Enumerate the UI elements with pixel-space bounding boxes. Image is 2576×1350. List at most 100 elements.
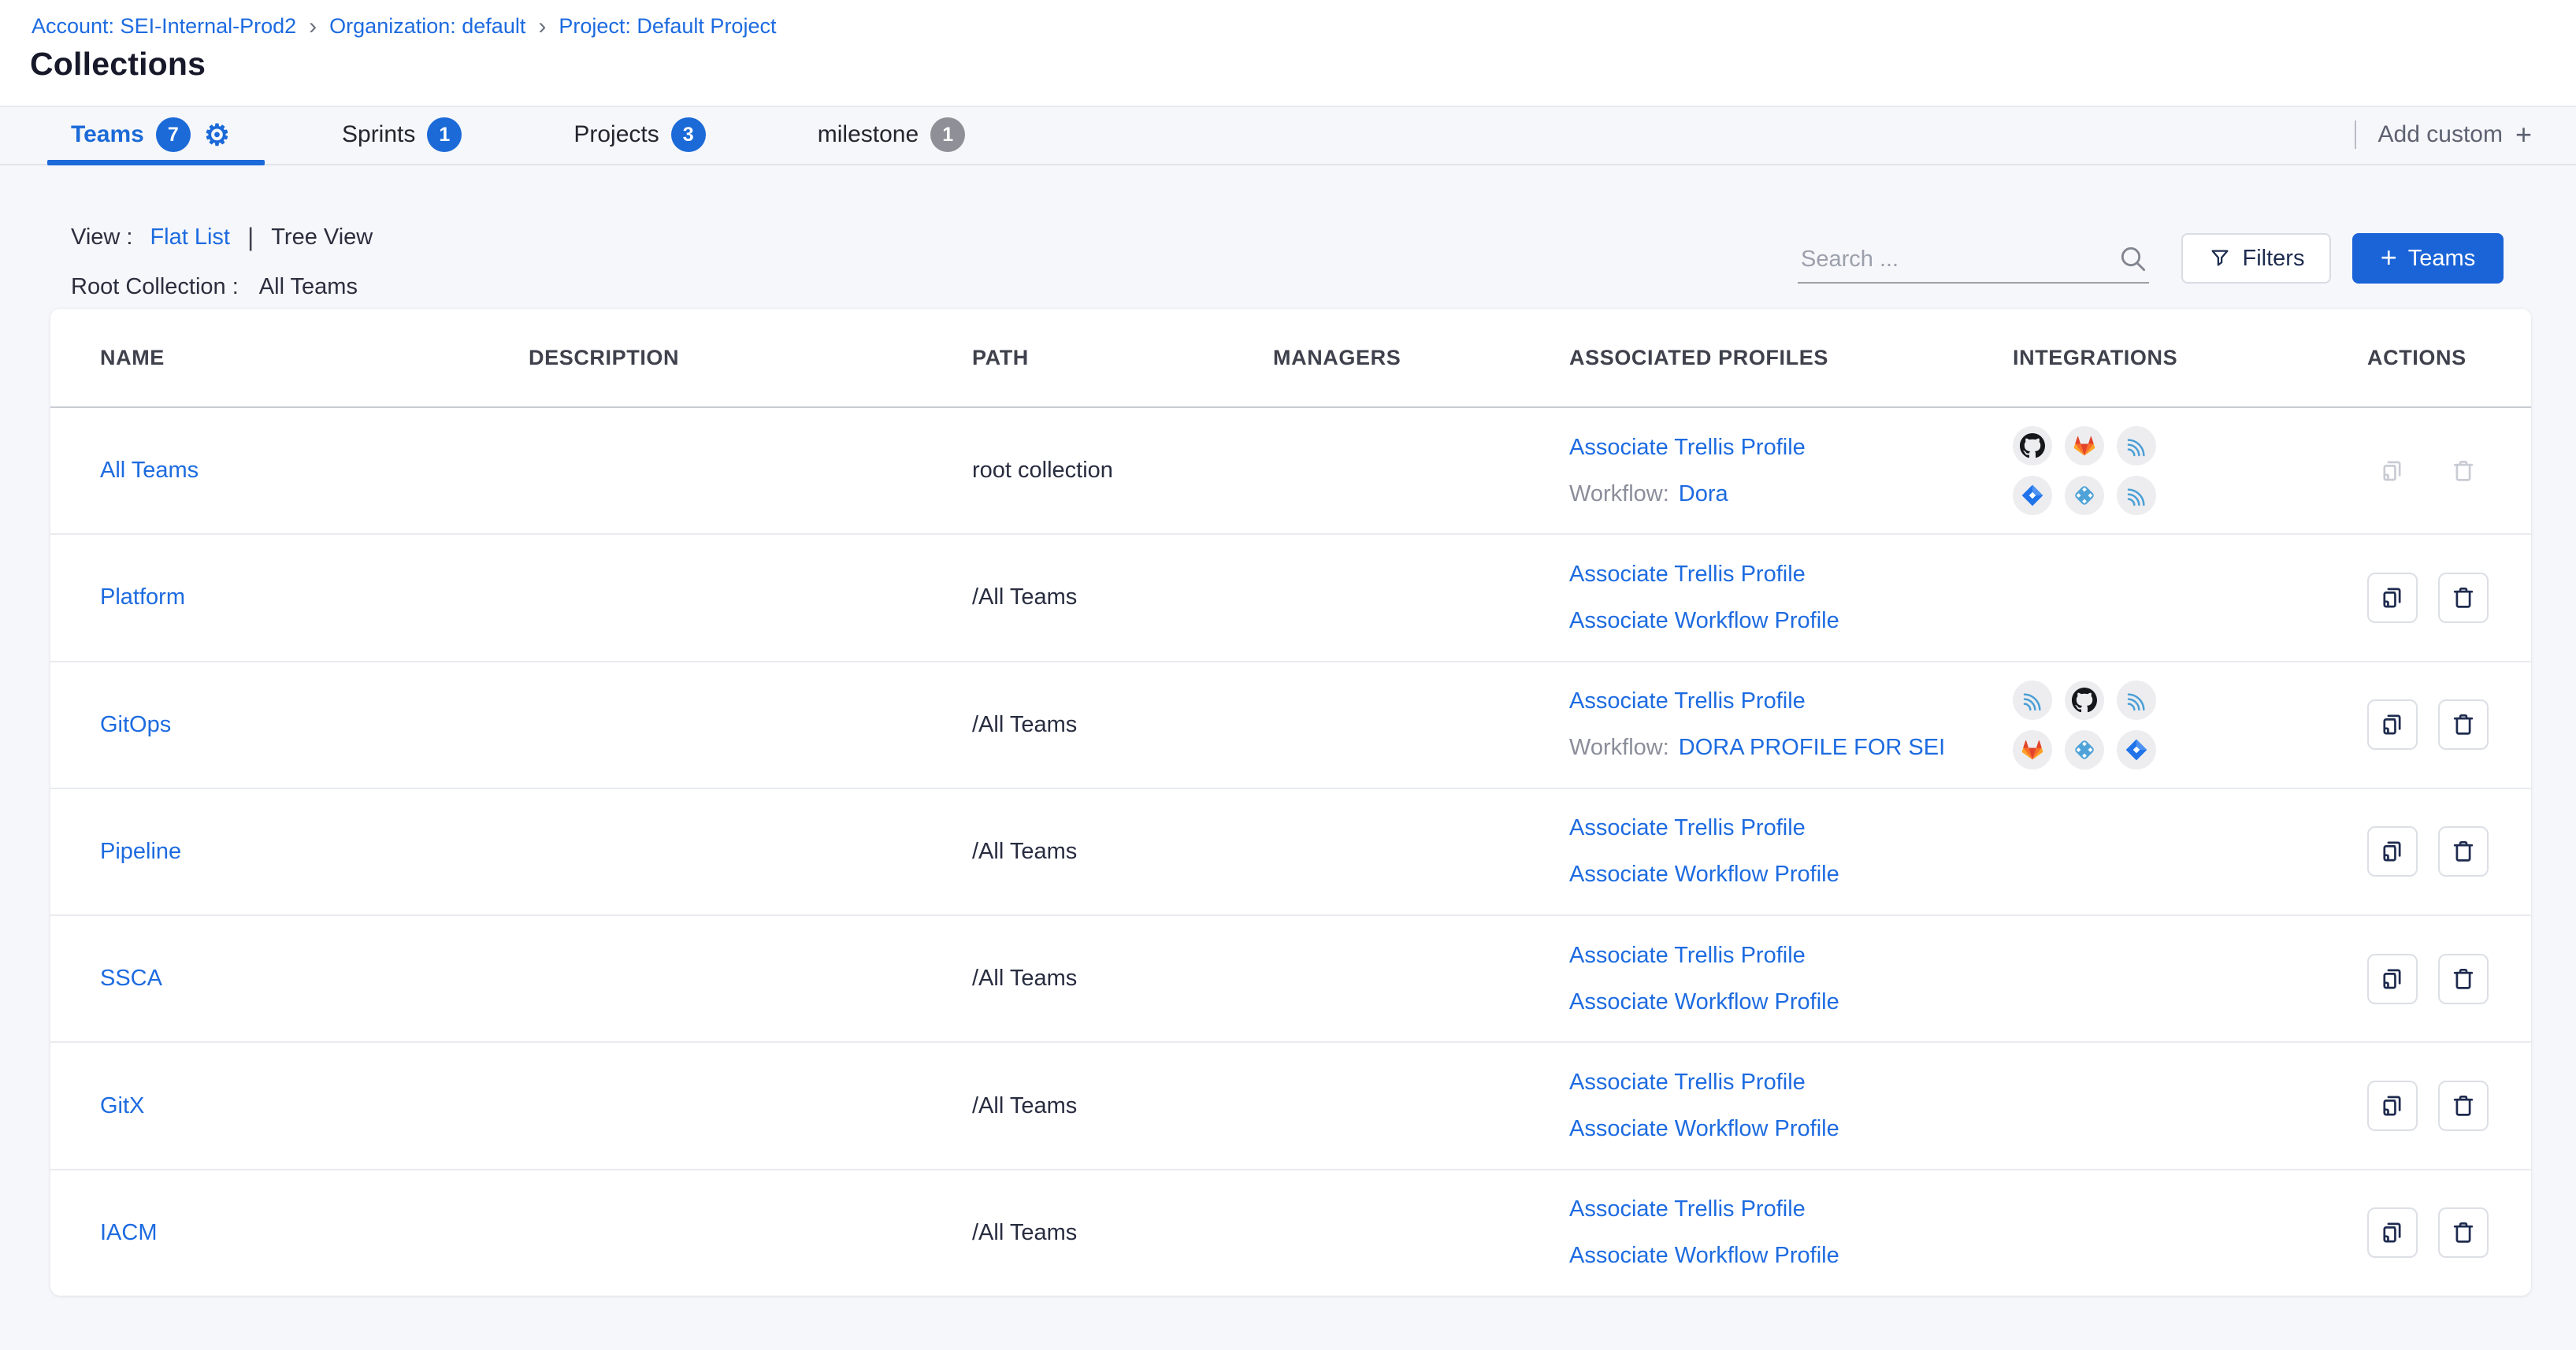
add-custom-label: Add custom (2378, 121, 2503, 148)
table-header-row: NAME DESCRIPTION PATH MANAGERS ASSOCIATE… (50, 309, 2531, 408)
path-cell: /All Teams (972, 712, 1273, 738)
collection-name-link[interactable]: Platform (100, 584, 185, 610)
breadcrumb-project-link[interactable]: Project: Default Project (559, 14, 776, 39)
table-row: IACM/All TeamsAssociate Trellis ProfileA… (50, 1170, 2531, 1296)
column-header-name: NAME (100, 346, 529, 370)
associate-workflow-profile-link[interactable]: Associate Workflow Profile (1569, 989, 1839, 1014)
plus-icon: + (2381, 243, 2397, 272)
delete-collection-button (2438, 446, 2489, 496)
path-cell: /All Teams (972, 839, 1273, 865)
associated-profiles-cell: Associate Trellis Profile Associate Workf… (1569, 1196, 2013, 1269)
associate-workflow-line: Associate Workflow Profile (1569, 1116, 2013, 1142)
associate-workflow-line: Associate Workflow Profile (1569, 1243, 2013, 1269)
actions-cell (2367, 573, 2531, 623)
sonarqube-integration-badge (2013, 681, 2052, 720)
clone-collection-button[interactable] (2367, 1081, 2418, 1131)
tab-projects[interactable]: Projects 3 (573, 117, 705, 152)
delete-collection-button[interactable] (2438, 1207, 2489, 1258)
delete-collection-button[interactable] (2438, 573, 2489, 623)
collection-name-cell: SSCA (100, 966, 529, 992)
clone-collection-button[interactable] (2367, 699, 2418, 750)
sonarqube-icon (2124, 483, 2149, 508)
copy-icon (2378, 710, 2407, 739)
tree-view-link[interactable]: Tree View (271, 224, 373, 250)
clone-collection-button (2367, 446, 2418, 496)
tab-milestone[interactable]: milestone 1 (818, 117, 965, 152)
associate-workflow-line: Associate Workflow Profile (1569, 989, 2013, 1015)
lattice-integration-badge (2065, 476, 2104, 515)
workflow-profile-line: Workflow:Dora (1569, 481, 2013, 507)
clone-collection-button[interactable] (2367, 954, 2418, 1004)
delete-collection-button[interactable] (2438, 954, 2489, 1004)
filters-button[interactable]: Filters (2181, 233, 2331, 284)
clone-collection-button[interactable] (2367, 573, 2418, 623)
collection-name-link[interactable]: Pipeline (100, 839, 181, 864)
associated-profiles-cell: Associate Trellis Profile Associate Workf… (1569, 562, 2013, 634)
associate-trellis-profile-link[interactable]: Associate Trellis Profile (1569, 1070, 2013, 1096)
trash-icon (2449, 584, 2478, 612)
trash-icon (2449, 965, 2478, 993)
associate-trellis-profile-link[interactable]: Associate Trellis Profile (1569, 1196, 2013, 1222)
gear-icon[interactable]: ⚙ (204, 121, 230, 150)
collection-name-cell: GitOps (100, 712, 529, 738)
copy-icon (2378, 837, 2407, 866)
lattice-icon (2072, 483, 2097, 508)
collection-name-link[interactable]: SSCA (100, 966, 162, 991)
breadcrumb-organization-link[interactable]: Organization: default (329, 14, 525, 39)
delete-collection-button[interactable] (2438, 1081, 2489, 1131)
chevron-right-icon: › (538, 16, 546, 37)
search-input[interactable] (1798, 247, 2118, 273)
copy-icon (2378, 584, 2407, 612)
collection-name-link[interactable]: All Teams (100, 458, 199, 483)
associate-workflow-profile-link[interactable]: Associate Workflow Profile (1569, 1243, 1839, 1268)
delete-collection-button[interactable] (2438, 699, 2489, 750)
lattice-integration-badge (2065, 730, 2104, 770)
tab-teams-count-badge: 7 (156, 117, 191, 152)
associate-workflow-profile-link[interactable]: Associate Workflow Profile (1569, 862, 1839, 887)
collection-name-link[interactable]: IACM (100, 1220, 158, 1245)
tab-sprints[interactable]: Sprints 1 (342, 117, 462, 152)
trash-icon (2449, 1218, 2478, 1247)
table-row: All Teamsroot collectionAssociate Trelli… (50, 408, 2531, 535)
associate-trellis-profile-link[interactable]: Associate Trellis Profile (1569, 815, 2013, 841)
associate-trellis-profile-link[interactable]: Associate Trellis Profile (1569, 435, 2013, 461)
flat-list-link[interactable]: Flat List (150, 224, 230, 250)
trash-icon (2449, 457, 2478, 485)
associate-workflow-profile-link[interactable]: Associate Workflow Profile (1569, 1116, 1839, 1141)
clone-collection-button[interactable] (2367, 826, 2418, 877)
root-collection-value: All Teams (259, 274, 358, 300)
workflow-profile-link[interactable]: DORA PROFILE FOR SEI (1679, 735, 1945, 760)
funnel-icon (2208, 247, 2232, 270)
breadcrumb-account-link[interactable]: Account: SEI-Internal-Prod2 (32, 14, 296, 39)
associate-trellis-profile-link[interactable]: Associate Trellis Profile (1569, 688, 2013, 714)
sonarqube-icon (2124, 433, 2149, 458)
associated-profiles-cell: Associate Trellis Profile Associate Workf… (1569, 943, 2013, 1015)
add-teams-button[interactable]: + Teams (2352, 233, 2504, 284)
clone-collection-button[interactable] (2367, 1207, 2418, 1258)
table-row: SSCA/All TeamsAssociate Trellis ProfileA… (50, 916, 2531, 1043)
collection-name-cell: Platform (100, 584, 529, 610)
add-custom-button[interactable]: Add custom + (2378, 121, 2532, 149)
sonarqube-integration-badge (2117, 681, 2156, 720)
actions-cell (2367, 826, 2531, 877)
delete-collection-button[interactable] (2438, 826, 2489, 877)
copy-icon (2378, 965, 2407, 993)
chevron-right-icon: › (309, 16, 317, 37)
workflow-profile-link[interactable]: Dora (1679, 481, 1728, 506)
actions-cell (2367, 699, 2531, 750)
tab-teams[interactable]: Teams 7 ⚙ (71, 117, 230, 152)
associate-trellis-profile-link[interactable]: Associate Trellis Profile (1569, 943, 2013, 969)
collection-name-link[interactable]: GitOps (100, 712, 171, 737)
filters-label: Filters (2243, 246, 2305, 272)
search-icon[interactable] (2118, 243, 2149, 275)
lattice-icon (2072, 737, 2097, 762)
associate-workflow-profile-link[interactable]: Associate Workflow Profile (1569, 608, 1839, 633)
path-cell: /All Teams (972, 584, 1273, 610)
github-icon (2072, 688, 2097, 713)
copy-icon (2378, 1092, 2407, 1120)
add-teams-label: Teams (2408, 246, 2475, 272)
collection-name-link[interactable]: GitX (100, 1093, 144, 1118)
actions-cell (2367, 1207, 2531, 1258)
associate-trellis-profile-link[interactable]: Associate Trellis Profile (1569, 562, 2013, 588)
copy-icon (2378, 457, 2407, 485)
